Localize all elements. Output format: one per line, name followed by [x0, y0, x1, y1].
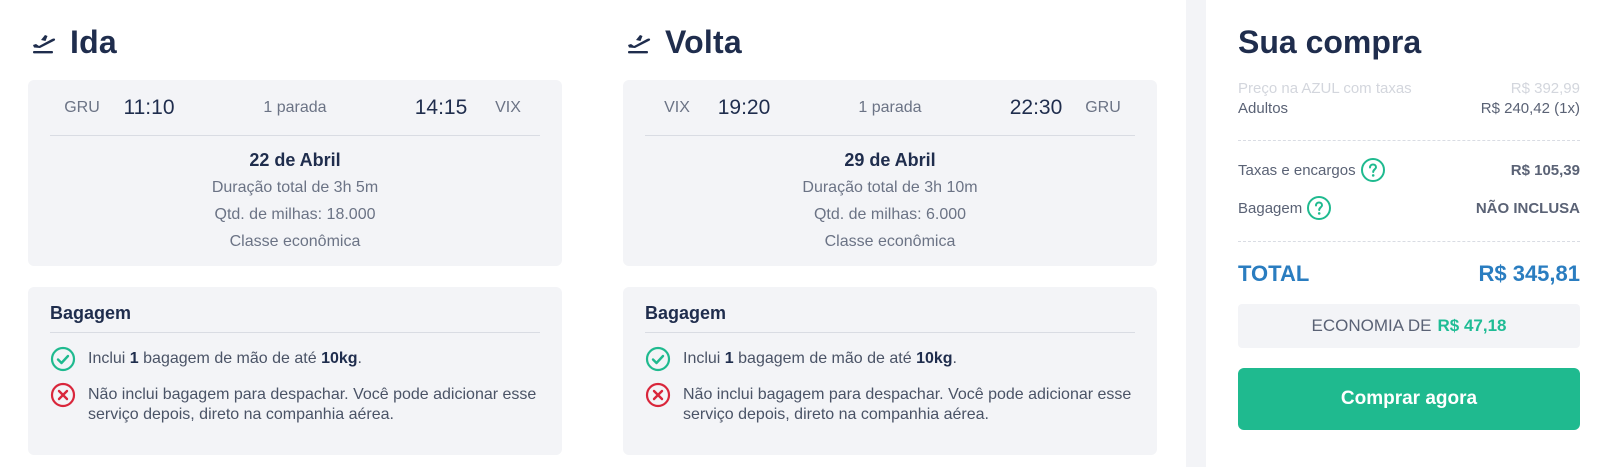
baggage-value: NÃO INCLUSA: [1475, 199, 1580, 217]
check-circle-icon: [50, 346, 76, 372]
question-circle-icon[interactable]: [1306, 195, 1332, 221]
carry-on-item: Inclui 1 bagagem de mão de até 10kg.: [50, 346, 540, 372]
flight-miles: Qtd. de milhas: 6.000: [813, 206, 967, 223]
airline-price-label: Preço na AZUL com taxas: [1238, 79, 1412, 97]
return-column: Volta VIX 19:20 1 parada 22:30 GRU 29 de…: [623, 0, 1157, 455]
economy-label: ECONOMIA DE: [1311, 316, 1432, 335]
carry-on-text: Inclui 1 bagagem de mão de até 10kg.: [88, 350, 362, 367]
departure-time: 19:20: [717, 95, 771, 119]
summary-separator: [1238, 241, 1580, 242]
flight-cabin: Classe econômica: [229, 233, 361, 250]
outbound-details: 22 de Abril Duração total de 3h 5m Qtd. …: [50, 136, 540, 255]
baggage-label-group: Bagagem: [1238, 195, 1332, 221]
airplane-takeoff-icon: [628, 35, 651, 54]
taxes-row: Taxas e encargos R$ 105,39: [1238, 157, 1580, 183]
adults-value: R$ 240,42 (1x): [1480, 99, 1580, 117]
total-label: TOTAL: [1238, 261, 1310, 286]
return-details: 29 de Abril Duração total de 3h 10m Qtd.…: [645, 136, 1135, 255]
taxes-value: R$ 105,39: [1510, 161, 1580, 179]
return-route: VIX 19:20 1 parada 22:30 GRU: [645, 80, 1135, 136]
carry-on-item: Inclui 1 bagagem de mão de até 10kg.: [645, 346, 1135, 372]
check-circle-icon: [645, 346, 671, 372]
adults-row: Adultos R$ 240,42 (1x): [1238, 98, 1580, 118]
destination-code: VIX: [495, 98, 521, 116]
checked-bag-item: Não inclui bagagem para despachar. Você …: [645, 382, 1135, 425]
outbound-route: GRU 11:10 1 parada 14:15 VIX: [50, 80, 540, 136]
question-circle-icon[interactable]: [1360, 157, 1386, 183]
economy-badge: ECONOMIA DE R$ 47,18: [1238, 304, 1580, 348]
airline-price-row: Preço na AZUL com taxas R$ 392,99: [1238, 78, 1580, 98]
checked-bag-item: Não inclui bagagem para despachar. Você …: [50, 382, 540, 425]
origin-code: VIX: [664, 98, 690, 116]
x-circle-icon: [645, 382, 671, 408]
baggage-title: Bagagem: [645, 303, 1135, 333]
carry-on-text: Inclui 1 bagagem de mão de até 10kg.: [683, 350, 957, 367]
departure-time: 11:10: [123, 95, 175, 119]
return-header: Volta: [623, 0, 1157, 84]
outbound-column: Ida GRU 11:10 1 parada 14:15 VIX 22 de A…: [28, 0, 562, 455]
checked-bag-text: Não inclui bagagem para despachar. Você …: [88, 386, 537, 423]
airline-price-value: R$ 392,99: [1510, 79, 1580, 97]
summary-separator: [1238, 140, 1580, 141]
purchase-summary: Sua compra Preço na AZUL com taxas R$ 39…: [1238, 0, 1580, 430]
flight-duration: Duração total de 3h 10m: [802, 179, 978, 196]
return-title: Volta: [665, 23, 742, 60]
summary-title: Sua compra: [1238, 24, 1422, 60]
outbound-title: Ida: [70, 23, 117, 60]
flight-duration: Duração total de 3h 5m: [211, 179, 379, 196]
arrival-time: 22:30: [1009, 95, 1063, 119]
outbound-header: Ida: [28, 0, 562, 84]
checked-bag-text: Não inclui bagagem para despachar. Você …: [683, 386, 1132, 423]
destination-code: GRU: [1085, 98, 1121, 116]
return-flight-card: VIX 19:20 1 parada 22:30 GRU 29 de Abril…: [623, 80, 1157, 266]
total-value: R$ 345,81: [1478, 261, 1580, 286]
baggage-label: Bagagem: [1238, 199, 1303, 217]
flight-date: 29 de Abril: [844, 150, 936, 170]
outbound-flight-card: GRU 11:10 1 parada 14:15 VIX 22 de Abril…: [28, 80, 562, 266]
taxes-label: Taxas e encargos: [1238, 161, 1356, 179]
column-divider: [1186, 0, 1206, 467]
taxes-label-group: Taxas e encargos: [1238, 157, 1386, 183]
outbound-baggage-card: Bagagem Inclui 1 bagagem de mão de até 1…: [28, 287, 562, 455]
buy-now-button[interactable]: Comprar agora: [1238, 368, 1580, 430]
flight-date: 22 de Abril: [249, 150, 341, 170]
stops-label: 1 parada: [858, 98, 922, 116]
x-circle-icon: [50, 382, 76, 408]
return-baggage-card: Bagagem Inclui 1 bagagem de mão de até 1…: [623, 287, 1157, 455]
arrival-time: 14:15: [414, 95, 468, 119]
economy-value: R$ 47,18: [1437, 316, 1507, 335]
baggage-title: Bagagem: [50, 303, 540, 333]
total-row: TOTAL R$ 345,81: [1238, 260, 1580, 288]
flight-cabin: Classe econômica: [824, 233, 956, 250]
baggage-row: Bagagem NÃO INCLUSA: [1238, 193, 1580, 223]
flight-miles: Qtd. de milhas: 18.000: [214, 206, 376, 223]
stops-label: 1 parada: [263, 98, 327, 116]
origin-code: GRU: [64, 98, 100, 116]
adults-label: Adultos: [1238, 99, 1289, 117]
airplane-takeoff-icon: [33, 35, 56, 54]
